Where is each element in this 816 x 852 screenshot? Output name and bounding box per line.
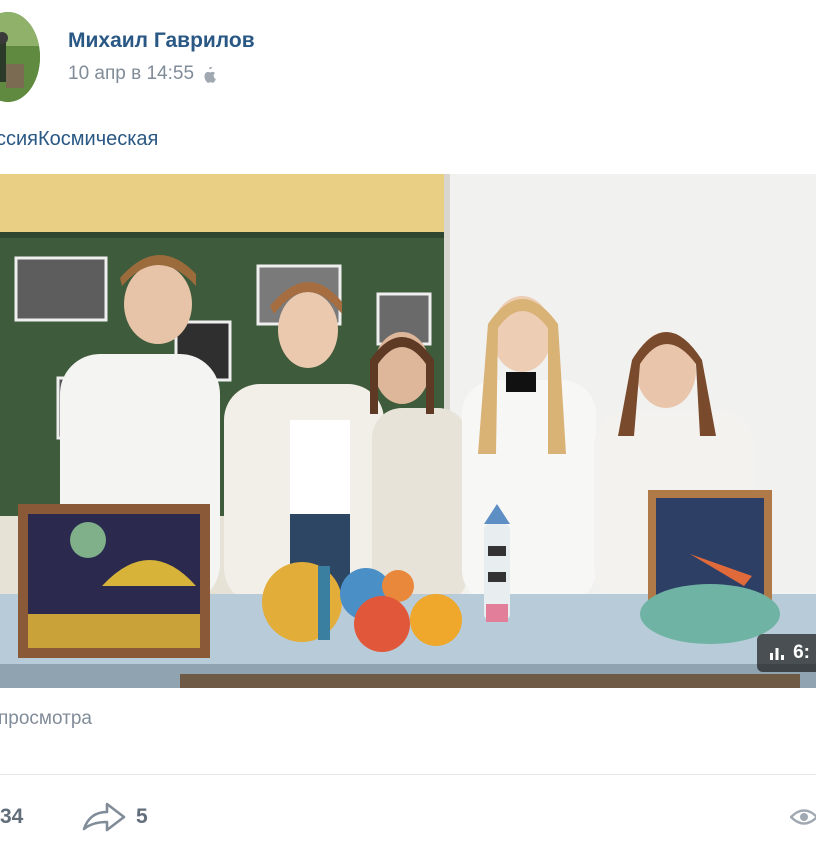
video-views-text: просмотра	[0, 708, 92, 729]
author-name-link[interactable]: Михаил Гаврилов	[68, 28, 255, 54]
video-thumbnail[interactable]	[0, 174, 816, 688]
bars-icon	[769, 645, 785, 661]
like-button[interactable]: 34	[0, 802, 23, 832]
post-date-text[interactable]: 10 апр в 14:55	[68, 62, 194, 86]
post-hashtag-link[interactable]: ссияКосмическая	[0, 126, 158, 152]
share-button[interactable]: 5	[82, 800, 148, 834]
likes-count[interactable]: 34	[0, 802, 23, 832]
video-duration-badge: 6:	[757, 634, 816, 672]
eye-icon	[789, 806, 816, 828]
shares-count[interactable]: 5	[136, 802, 148, 832]
video-duration-text: 6:	[793, 642, 810, 663]
post-date[interactable]: 10 апр в 14:55	[68, 62, 216, 86]
share-arrow-icon[interactable]	[82, 801, 126, 833]
post-card: Михаил Гаврилов 10 апр в 14:55 ссияКосми…	[0, 0, 816, 852]
author-avatar[interactable]	[0, 12, 40, 102]
video-player[interactable]	[0, 174, 816, 688]
post-divider	[0, 774, 816, 775]
apple-icon	[202, 66, 216, 83]
